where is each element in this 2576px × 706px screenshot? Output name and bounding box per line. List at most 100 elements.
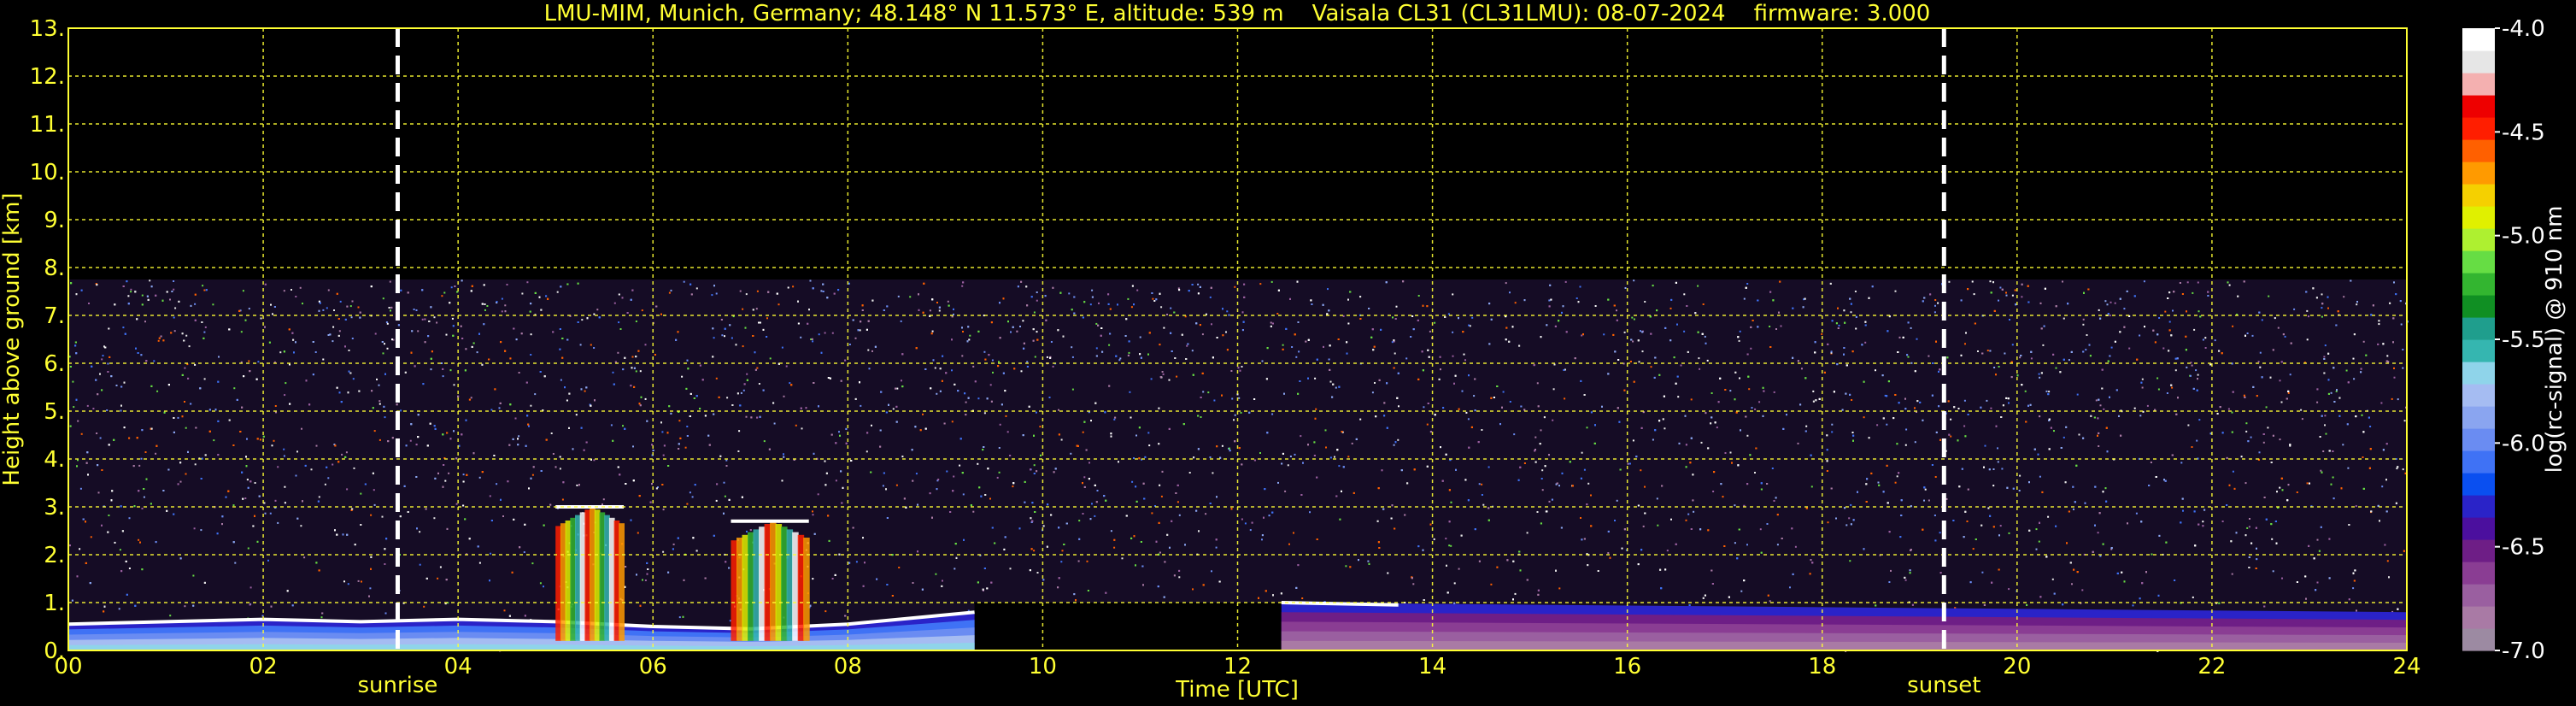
- noise-point: [1298, 350, 1300, 353]
- noise-point: [451, 317, 454, 320]
- noise-point: [1191, 350, 1194, 352]
- noise-point: [1794, 545, 1797, 548]
- noise-point: [2053, 592, 2056, 595]
- noise-point: [242, 290, 244, 292]
- noise-point: [274, 405, 277, 407]
- noise-point: [350, 316, 353, 319]
- noise-point: [1211, 323, 1212, 326]
- noise-point: [1297, 392, 1300, 395]
- noise-point: [1627, 462, 1629, 465]
- noise-point: [1110, 432, 1112, 435]
- noise-point: [1910, 362, 1913, 364]
- noise-point: [2035, 548, 2038, 550]
- noise-point: [1864, 324, 1867, 327]
- noise-point: [668, 405, 671, 408]
- noise-region: [68, 279, 2407, 650]
- noise-point: [1548, 500, 1551, 503]
- noise-point: [2388, 576, 2390, 579]
- noise-point: [194, 293, 197, 296]
- noise-point: [511, 571, 513, 574]
- noise-point: [1006, 431, 1009, 433]
- noise-point: [1398, 405, 1399, 408]
- noise-point: [1594, 305, 1597, 307]
- noise-point: [661, 431, 664, 433]
- noise-point: [1490, 318, 1493, 321]
- noise-point: [1034, 356, 1036, 358]
- noise-point: [2139, 597, 2141, 600]
- noise-point: [812, 340, 814, 343]
- noise-point: [998, 447, 1000, 449]
- noise-point: [462, 480, 465, 483]
- noise-point: [1536, 511, 1539, 513]
- noise-point: [2402, 349, 2404, 350]
- noise-point: [2114, 302, 2116, 304]
- noise-point: [109, 356, 111, 358]
- noise-point: [967, 326, 970, 328]
- noise-point: [1963, 425, 1966, 427]
- noise-point: [1734, 542, 1736, 544]
- noise-point: [1071, 346, 1073, 349]
- noise-point: [1855, 327, 1857, 330]
- noise-point: [102, 355, 104, 357]
- noise-point: [644, 397, 647, 400]
- noise-point: [965, 414, 967, 416]
- noise-point: [1644, 512, 1646, 515]
- noise-point: [1094, 515, 1096, 517]
- noise-point: [1033, 473, 1036, 474]
- noise-point: [108, 515, 110, 516]
- noise-point: [79, 548, 81, 550]
- noise-point: [1642, 525, 1645, 527]
- noise-point: [1135, 434, 1137, 437]
- noise-point: [1281, 462, 1283, 465]
- noise-point: [508, 444, 511, 446]
- noise-point: [1458, 408, 1460, 410]
- noise-point: [2323, 372, 2326, 374]
- noise-point: [962, 331, 964, 332]
- noise-point: [1095, 501, 1098, 503]
- noise-point: [1876, 424, 1879, 427]
- noise-point: [2269, 376, 2272, 379]
- noise-point: [69, 425, 72, 427]
- noise-point: [2042, 344, 2045, 346]
- noise-point: [2346, 423, 2349, 426]
- noise-point: [1226, 310, 1229, 313]
- noise-point: [127, 295, 130, 297]
- noise-point: [1151, 292, 1153, 294]
- noise-point: [684, 446, 687, 449]
- noise-point: [1482, 503, 1485, 506]
- noise-point: [1464, 359, 1466, 362]
- noise-point: [983, 350, 986, 353]
- noise-point: [332, 326, 335, 328]
- noise-point: [322, 309, 325, 311]
- noise-point: [347, 583, 349, 585]
- noise-point: [1030, 296, 1033, 298]
- noise-point: [538, 296, 541, 298]
- noise-point: [1613, 304, 1616, 307]
- noise-point: [1797, 442, 1799, 444]
- noise-point: [194, 463, 197, 466]
- noise-point: [749, 529, 752, 532]
- noise-point: [1291, 346, 1294, 348]
- noise-point: [937, 479, 940, 480]
- noise-point: [1153, 300, 1156, 302]
- noise-point: [559, 348, 561, 350]
- noise-point: [1473, 395, 1476, 397]
- noise-point: [998, 471, 1000, 474]
- noise-point: [1096, 490, 1099, 491]
- noise-point: [866, 450, 868, 453]
- noise-point: [349, 305, 352, 308]
- noise-point: [1338, 465, 1341, 468]
- noise-point: [644, 580, 647, 581]
- noise-point: [187, 377, 190, 379]
- noise-point: [1939, 532, 1941, 534]
- noise-point: [1394, 352, 1396, 355]
- noise-point: [1767, 594, 1769, 597]
- noise-point: [1640, 330, 1641, 332]
- noise-point: [1540, 522, 1542, 525]
- noise-point: [613, 302, 616, 304]
- noise-point: [838, 431, 840, 433]
- noise-point: [1188, 472, 1191, 474]
- noise-point: [1453, 602, 1456, 604]
- noise-point: [2324, 424, 2326, 427]
- noise-point: [1909, 572, 1911, 574]
